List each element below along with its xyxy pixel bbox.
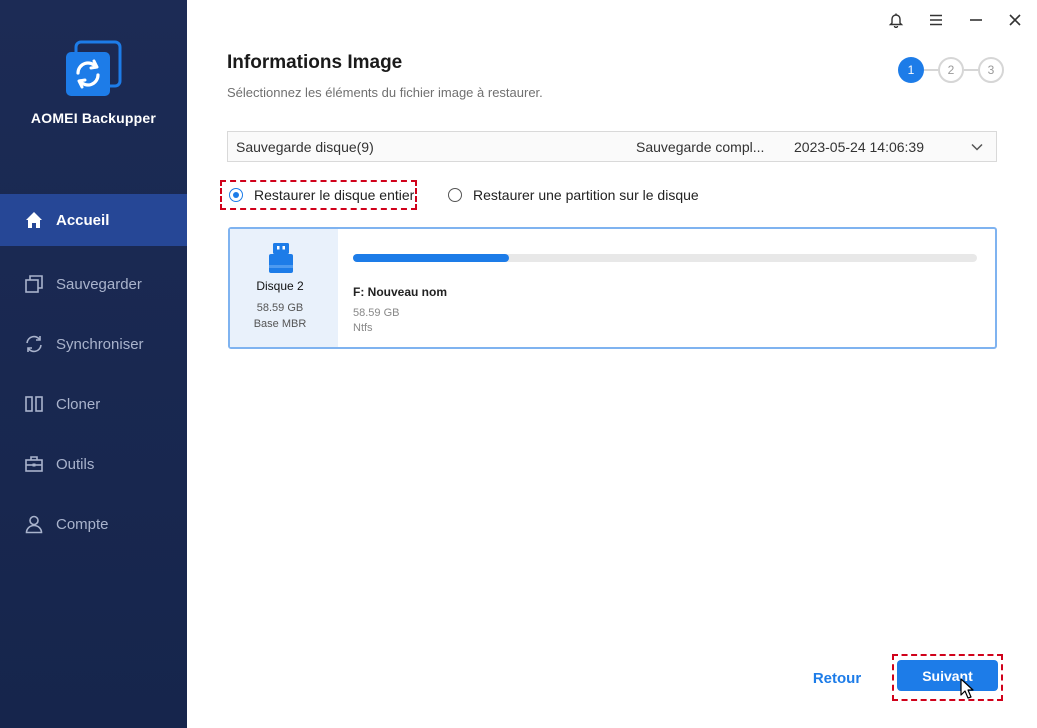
next-button-highlight: Suivant [892,654,1003,701]
radio-button-checked[interactable] [229,188,243,202]
minimize-icon[interactable] [965,9,987,31]
partition-size: 58.59 GB [353,307,400,319]
sidebar-item-label: Sauvegarder [56,275,142,293]
page-subtitle: Sélectionnez les éléments du fichier ima… [227,85,543,100]
menu-icon[interactable] [925,9,947,31]
home-icon [24,210,44,230]
sidebar-item-compte[interactable]: Compte [0,494,187,554]
radio-restore-partition[interactable]: Restaurer une partition sur le disque [448,180,699,210]
close-icon[interactable] [1004,9,1026,31]
sidebar-item-label: Accueil [56,211,110,229]
partition-usage-fill [353,254,509,262]
sidebar: AOMEI Backupper Accueil Sauvegarder Sync… [0,0,187,728]
step-3: 3 [978,57,1004,83]
sidebar-item-cloner[interactable]: Cloner [0,374,187,434]
sidebar-item-sauvegarder[interactable]: Sauvegarder [0,254,187,314]
image-select-dropdown[interactable]: Sauvegarde disque(9) Sauvegarde compl...… [227,131,997,162]
page-title: Informations Image [227,52,403,73]
next-button[interactable]: Suivant [897,660,998,691]
disk-info-panel: Disque 2 58.59 GB Base MBR [230,229,338,347]
step-1: 1 [898,57,924,83]
backup-icon [24,274,44,294]
usb-drive-icon [268,242,294,274]
app-logo-icon [64,40,122,98]
sidebar-item-label: Cloner [56,395,101,413]
toolbox-icon [24,454,44,474]
disk-type: Base MBR [253,318,307,330]
partition-filesystem: Ntfs [353,322,373,334]
image-type: Sauvegarde compl... [636,138,765,155]
sidebar-item-label: Synchroniser [56,335,144,353]
image-name: Sauvegarde disque(9) [236,138,374,155]
mouse-cursor-icon [960,678,976,700]
step-connector [924,69,938,71]
back-button[interactable]: Retour [800,666,874,690]
step-connector [964,69,978,71]
sidebar-item-label: Compte [56,515,109,533]
user-icon [24,514,44,534]
sync-icon [24,334,44,354]
sidebar-item-label: Outils [56,455,95,473]
sidebar-item-outils[interactable]: Outils [0,434,187,494]
bell-icon[interactable] [885,9,907,31]
sidebar-nav: Accueil Sauvegarder Synchroniser Cloner … [0,194,187,554]
radio-label: Restaurer une partition sur le disque [473,187,699,203]
partition-usage-bar [353,254,977,262]
partition-name: F: Nouveau nom [353,285,448,299]
radio-label: Restaurer le disque entier [254,187,415,203]
sidebar-item-synchroniser[interactable]: Synchroniser [0,314,187,374]
step-indicator: 1 2 3 [898,57,1004,83]
step-2: 2 [938,57,964,83]
sidebar-item-accueil[interactable]: Accueil [0,194,187,246]
app-name: AOMEI Backupper [30,110,157,126]
radio-button[interactable] [448,188,462,202]
clone-icon [24,394,44,414]
chevron-down-icon [970,140,984,154]
disk-name: Disque 2 [256,279,304,293]
disk-card[interactable]: Disque 2 58.59 GB Base MBR F: Nouveau no… [228,227,997,349]
image-date: 2023-05-24 14:06:39 [794,138,924,155]
radio-restore-whole-disk[interactable]: Restaurer le disque entier [220,180,417,210]
disk-size: 58.59 GB [256,302,304,314]
